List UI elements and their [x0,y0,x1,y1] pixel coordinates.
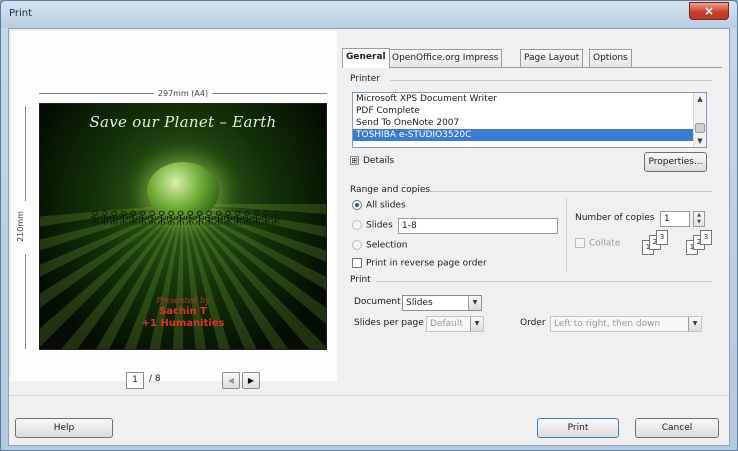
spin-down-icon[interactable]: ▼ [694,219,704,226]
section-divider [430,191,712,192]
page-width-label: 297mm (A4) [157,89,209,98]
print-dialog: Print × 297mm (A4) 210mm Save our Planet… [0,0,738,451]
details-expander[interactable]: ⊞ Details [350,156,394,166]
order-value: Left to right, then down [554,319,661,329]
slide-preview: Save our Planet – Earth ꆜꆜꆜꆜꆜꆜꆜꆜꆜꆜꆜꆜꆜꆜꆜꆜ… [39,103,327,350]
people-circle-image: ꆜꆜꆜꆜꆜꆜꆜꆜꆜꆜꆜꆜꆜꆜꆜꆜꆜꆜꆜꆜ [89,210,282,229]
slides-per-page-value: Default [430,319,463,329]
slides-per-page-select[interactable]: Default ▼ [426,316,484,332]
page-number-input[interactable]: 1 [126,372,144,389]
collate-option[interactable]: Collate [575,238,620,249]
general-tab-panel: Printer Microsoft XPS Document Writer PD… [342,67,722,417]
page-width-dimension: 297mm (A4) [39,89,327,99]
page-height-label: 210mm [15,211,25,242]
selection-option[interactable]: Selection [352,240,407,251]
copies-spinner[interactable]: ▲ ▼ [693,211,705,227]
checkbox[interactable] [352,258,362,268]
all-slides-label: All slides [366,200,406,211]
next-page-button[interactable]: ▶ [242,372,260,389]
print-preview-pane: 297mm (A4) 210mm Save our Planet – Earth… [11,31,337,389]
close-icon: × [703,4,715,18]
radio-button[interactable] [352,240,362,250]
window-title: Print [9,8,33,19]
page-glyph: 3 [656,230,668,245]
slides-per-page-label: Slides per page [354,318,424,328]
scroll-thumb[interactable] [695,123,705,133]
chevron-down-icon[interactable]: ▼ [688,317,701,331]
slides-label: Slides [366,220,393,231]
chevron-left-icon: ◀ [227,376,235,385]
tab-general[interactable]: General [342,48,390,68]
dimension-line [39,93,154,94]
printer-item-selected[interactable]: TOSHIBA e-STUDIO3520C [353,129,706,141]
printer-item[interactable]: Microsoft XPS Document Writer [353,93,706,105]
vertical-separator [566,198,567,272]
collate-label: Collate [589,238,621,249]
checkbox[interactable] [575,238,585,248]
printer-item[interactable]: PDF Complete [353,105,706,117]
dimension-line [25,106,26,201]
printer-item[interactable]: Send To OneNote 2007 [353,117,706,129]
title-bar[interactable]: Print × [1,1,737,28]
help-button[interactable]: Help [15,418,113,438]
dimension-line [212,93,327,94]
copies-label: Number of copies [575,213,655,223]
order-label: Order [520,318,546,328]
document-label: Document [354,297,401,307]
radio-button[interactable] [352,220,362,230]
scroll-down-icon[interactable]: ▼ [694,135,706,147]
range-section-label: Range and copies [350,185,431,195]
slide-credit-presented: Presented by [156,296,210,305]
page-height-dimension: 210mm [16,106,31,349]
copies-input[interactable]: 1 [660,211,690,227]
page-glyph: 3 [700,230,712,245]
slide-title: Save our Planet – Earth [89,113,277,131]
print-section-label: Print [350,275,371,285]
dialog-button-bar: Help Print Cancel [9,395,729,445]
scroll-up-icon[interactable]: ▲ [694,93,706,105]
spin-up-icon[interactable]: ▲ [694,212,704,219]
chevron-down-icon[interactable]: ▼ [470,317,483,331]
page-total-label: / 8 [149,374,161,384]
cancel-button[interactable]: Cancel [635,418,719,438]
expand-icon: ⊞ [350,156,359,165]
reverse-order-option[interactable]: Print in reverse page order [352,258,487,269]
slides-range-input[interactable]: 1-8 [398,218,558,234]
slide-credit-name: Sachin T [159,306,207,317]
previous-page-button[interactable]: ◀ [222,372,240,389]
dialog-client-area: 297mm (A4) 210mm Save our Planet – Earth… [8,28,730,446]
section-divider [390,80,712,81]
properties-button[interactable]: Properties... [644,152,707,172]
details-label: Details [363,156,395,166]
section-divider [376,281,712,282]
slides-option[interactable]: Slides [352,220,393,231]
tab-page-layout[interactable]: Page Layout [520,49,584,67]
reverse-order-label: Print in reverse page order [366,258,487,269]
close-button[interactable]: × [689,2,729,20]
document-value: Slides [406,298,433,308]
printer-list-scrollbar[interactable]: ▲ ▼ [693,93,706,147]
chevron-right-icon: ▶ [247,376,255,385]
printer-section-label: Printer [350,74,380,84]
tab-options[interactable]: Options [589,49,632,67]
all-slides-option[interactable]: All slides [352,200,406,211]
chevron-down-icon[interactable]: ▼ [468,296,481,310]
print-button[interactable]: Print [537,418,619,438]
radio-button[interactable] [352,200,362,210]
dimension-line [25,254,26,349]
document-select[interactable]: Slides ▼ [402,295,482,311]
printer-list[interactable]: Microsoft XPS Document Writer PDF Comple… [352,92,707,148]
tab-impress[interactable]: OpenOffice.org Impress [388,49,503,67]
slide-credit-class: +1 Humanities [141,318,225,329]
selection-label: Selection [366,240,408,251]
order-select[interactable]: Left to right, then down ▼ [550,316,702,332]
